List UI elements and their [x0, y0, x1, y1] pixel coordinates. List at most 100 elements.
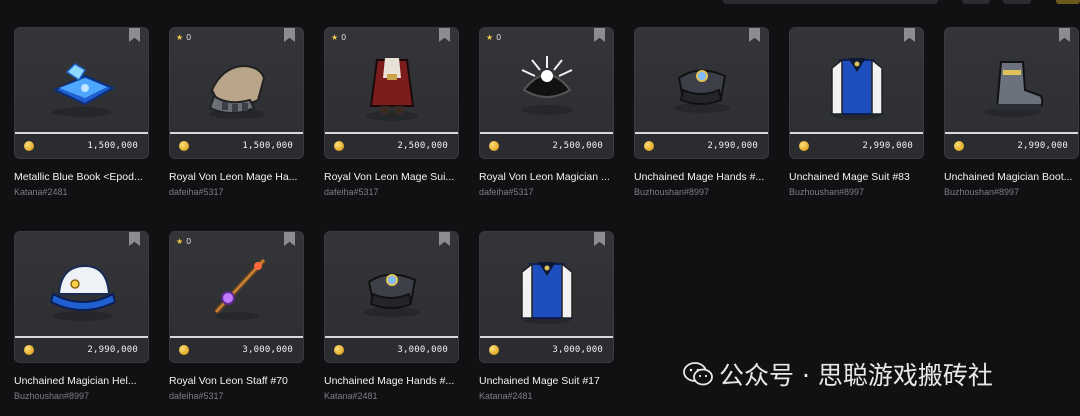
item-meta: Metallic Blue Book <Epod... Katana#2481	[14, 171, 159, 197]
gauntlet-icon	[208, 64, 266, 119]
item-name[interactable]: Royal Von Leon Staff #70	[169, 375, 314, 387]
item-image-area[interactable]	[15, 28, 148, 132]
seller-name[interactable]: dafeiha#5317	[479, 187, 624, 197]
top-accent-button-stub[interactable]	[1056, 0, 1080, 4]
watermark: 公众号 · 思聪游戏搬砖社	[683, 356, 993, 392]
item-price: 2,990,000	[87, 345, 138, 355]
top-button-stub[interactable]	[1003, 0, 1031, 4]
price-row: 3,000,000	[325, 338, 458, 362]
coin-icon	[954, 141, 964, 151]
coin-icon	[644, 141, 654, 151]
seller-name[interactable]: dafeiha#5317	[324, 187, 469, 197]
item-name[interactable]: Unchained Mage Suit #83	[789, 171, 934, 183]
seller-name[interactable]: dafeiha#5317	[169, 391, 314, 401]
item-name[interactable]: Unchained Mage Suit #17	[479, 375, 624, 387]
coin-icon	[24, 141, 34, 151]
item-card[interactable]: 2,990,000	[789, 27, 924, 159]
robe-icon	[520, 262, 574, 324]
item-meta: Royal Von Leon Mage Sui... dafeiha#5317	[324, 171, 469, 197]
top-toolbar-stub	[723, 0, 938, 4]
item-card[interactable]: 3,000,000	[479, 231, 614, 363]
favorite-count: ★ 0	[176, 33, 192, 42]
top-button-stub[interactable]	[962, 0, 990, 4]
item-price: 1,500,000	[87, 141, 138, 151]
item-image-area[interactable]	[325, 232, 458, 336]
item-name[interactable]: Unchained Mage Hands #...	[324, 375, 469, 387]
gloves-icon	[364, 273, 420, 317]
item-image-area[interactable]	[170, 28, 303, 132]
seller-name[interactable]: Buzhoushan#8997	[634, 187, 779, 197]
item-image-area[interactable]	[170, 232, 303, 336]
item-image-area[interactable]	[945, 28, 1078, 132]
item-image-area[interactable]	[480, 28, 613, 132]
price-row: 1,500,000	[15, 134, 148, 158]
price-row: 2,990,000	[790, 134, 923, 158]
item-image-area[interactable]	[15, 232, 148, 336]
item-meta: Unchained Mage Suit #83 Buzhoushan#8997	[789, 171, 934, 197]
blue-book-icon	[52, 63, 116, 117]
favorite-count: ★ 0	[331, 33, 347, 42]
seller-name[interactable]: Katana#2481	[479, 391, 624, 401]
item-card[interactable]: ★ 0 1,500,000	[169, 27, 304, 159]
mage-suit-icon	[366, 58, 418, 121]
coin-icon	[799, 141, 809, 151]
item-card[interactable]: 1,500,000	[14, 27, 149, 159]
seller-name[interactable]: Katana#2481	[324, 391, 469, 401]
coin-icon	[489, 141, 499, 151]
item-name[interactable]: Unchained Mage Hands #...	[634, 171, 779, 183]
price-row: 3,000,000	[170, 338, 303, 362]
coin-icon	[334, 141, 344, 151]
robe-icon	[830, 58, 884, 120]
item-card[interactable]: 2,990,000	[634, 27, 769, 159]
item-card[interactable]: ★ 0 3,000,000	[169, 231, 304, 363]
price-row: 2,990,000	[945, 134, 1078, 158]
seller-name[interactable]: Buzhoushan#8997	[944, 187, 1080, 197]
item-price: 2,990,000	[1017, 141, 1068, 151]
star-icon: ★	[331, 33, 339, 42]
item-price: 2,500,000	[552, 141, 603, 151]
price-row: 2,990,000	[15, 338, 148, 362]
item-card[interactable]: ★ 0 2,500,000	[324, 27, 459, 159]
item-name[interactable]: Royal Von Leon Magician ...	[479, 171, 624, 183]
star-icon: ★	[176, 237, 184, 246]
coin-icon	[179, 345, 189, 355]
item-price: 2,500,000	[397, 141, 448, 151]
seller-name[interactable]: Katana#2481	[14, 187, 159, 197]
coin-icon	[24, 345, 34, 355]
item-meta: Unchained Mage Suit #17 Katana#2481	[479, 375, 624, 401]
seller-name[interactable]: Buzhoushan#8997	[789, 187, 934, 197]
wechat-icon	[683, 362, 713, 386]
staff-icon	[214, 258, 266, 320]
item-name[interactable]: Unchained Magician Hel...	[14, 375, 159, 387]
helmet-icon	[49, 264, 117, 321]
item-card[interactable]: 2,990,000	[14, 231, 149, 363]
watermark-text: 公众号 · 思聪游戏搬砖社	[719, 361, 993, 390]
price-row: 2,500,000	[325, 134, 458, 158]
item-price: 3,000,000	[397, 345, 448, 355]
gloves-icon	[674, 69, 730, 113]
price-row: 3,000,000	[480, 338, 613, 362]
coin-icon	[489, 345, 499, 355]
item-card[interactable]: ★ 0 2,500,000	[479, 27, 614, 159]
item-name[interactable]: Royal Von Leon Mage Ha...	[169, 171, 314, 183]
item-image-area[interactable]	[480, 232, 613, 336]
item-card[interactable]: 2,990,000	[944, 27, 1079, 159]
star-icon: ★	[486, 33, 494, 42]
item-image-area[interactable]	[325, 28, 458, 132]
item-price: 2,990,000	[862, 141, 913, 151]
star-icon: ★	[176, 33, 184, 42]
item-price: 3,000,000	[242, 345, 293, 355]
item-name[interactable]: Royal Von Leon Mage Sui...	[324, 171, 469, 183]
item-name[interactable]: Unchained Magician Boot...	[944, 171, 1080, 183]
item-meta: Royal Von Leon Mage Ha... dafeiha#5317	[169, 171, 314, 197]
spiked-hat-icon	[521, 56, 573, 115]
item-meta: Royal Von Leon Magician ... dafeiha#5317	[479, 171, 624, 197]
item-image-area[interactable]	[790, 28, 923, 132]
seller-name[interactable]: dafeiha#5317	[169, 187, 314, 197]
item-price: 2,990,000	[707, 141, 758, 151]
coin-icon	[334, 345, 344, 355]
item-card[interactable]: 3,000,000	[324, 231, 459, 363]
item-image-area[interactable]	[635, 28, 768, 132]
seller-name[interactable]: Buzhoushan#8997	[14, 391, 159, 401]
item-name[interactable]: Metallic Blue Book <Epod...	[14, 171, 159, 183]
